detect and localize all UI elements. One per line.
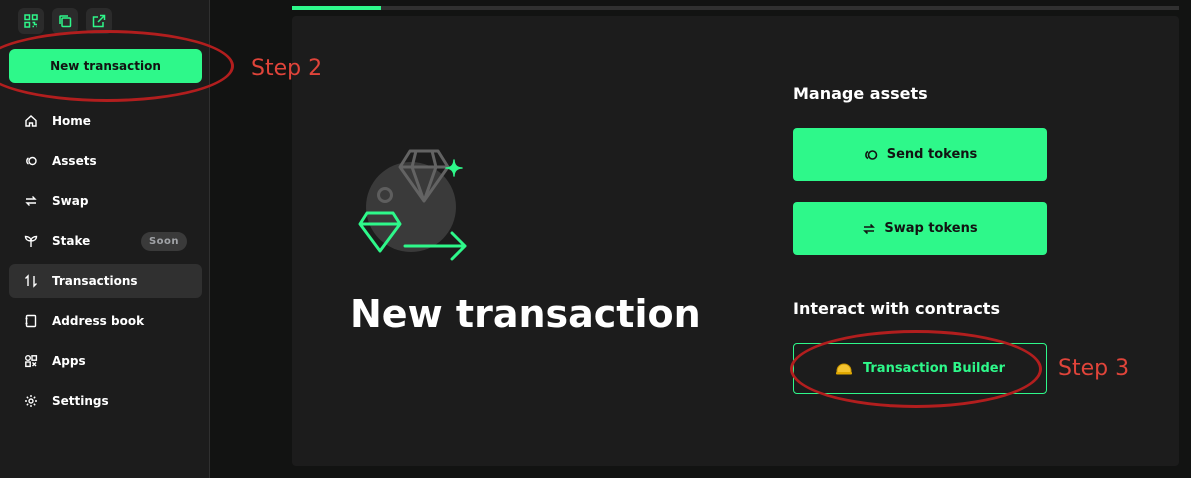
sidebar-item-label: Settings [52, 394, 109, 408]
swap-tokens-label: Swap tokens [884, 221, 978, 236]
step2-annotation: Step 2 [251, 56, 323, 81]
page-title: New transaction [350, 292, 701, 336]
sidebar-item-label: Address book [52, 314, 145, 328]
send-tokens-button[interactable]: Send tokens [793, 128, 1047, 181]
new-transaction-label: New transaction [50, 59, 161, 73]
sidebar-item-home[interactable]: Home [9, 104, 202, 138]
sidebar-item-apps[interactable]: Apps [9, 344, 202, 378]
sidebar-item-settings[interactable]: Settings [9, 384, 202, 418]
sidebar: New transaction Home Assets Swap Stake S… [0, 0, 210, 478]
manage-assets-heading: Manage assets [793, 84, 928, 103]
sidebar-item-transactions[interactable]: Transactions [9, 264, 202, 298]
gear-icon [24, 394, 38, 408]
sidebar-item-label: Swap [52, 194, 89, 208]
sidebar-item-label: Assets [52, 154, 97, 168]
account-actions [18, 8, 112, 34]
transactions-icon [24, 274, 38, 288]
qr-code-icon [24, 14, 38, 28]
send-tokens-label: Send tokens [886, 147, 978, 162]
diamond-transfer-illustration [358, 149, 467, 261]
assets-icon [864, 149, 878, 160]
address-book-icon [24, 314, 38, 328]
sidebar-item-assets[interactable]: Assets [9, 144, 202, 178]
swap-icon [863, 223, 876, 234]
copy-icon [59, 15, 72, 28]
contracts-heading: Interact with contracts [793, 299, 1000, 318]
transaction-builder-label: Transaction Builder [862, 361, 1006, 376]
soon-badge: Soon [140, 232, 187, 251]
sidebar-nav: Home Assets Swap Stake Soon Transactions… [9, 104, 202, 424]
external-link-icon [92, 14, 106, 28]
sidebar-item-label: Apps [52, 354, 86, 368]
sidebar-item-stake[interactable]: Stake Soon [9, 224, 202, 258]
assets-icon [24, 154, 38, 168]
progress-bar [292, 6, 1179, 10]
swap-tokens-button[interactable]: Swap tokens [793, 202, 1047, 255]
sidebar-item-address-book[interactable]: Address book [9, 304, 202, 338]
transaction-builder-icon [835, 362, 852, 374]
sidebar-item-label: Home [52, 114, 91, 128]
sidebar-item-label: Stake [52, 234, 91, 248]
sidebar-item-label: Transactions [52, 274, 138, 288]
swap-icon [24, 194, 38, 208]
apps-icon [24, 354, 38, 368]
transaction-builder-button[interactable]: Transaction Builder [793, 343, 1047, 394]
sidebar-item-swap[interactable]: Swap [9, 184, 202, 218]
sprout-icon [24, 234, 38, 248]
qr-code-button[interactable] [18, 8, 44, 34]
open-explorer-button[interactable] [86, 8, 112, 34]
home-icon [24, 114, 38, 128]
progress-fill [292, 6, 381, 10]
new-transaction-button[interactable]: New transaction [9, 49, 202, 83]
step3-annotation: Step 3 [1058, 356, 1130, 381]
copy-address-button[interactable] [52, 8, 78, 34]
